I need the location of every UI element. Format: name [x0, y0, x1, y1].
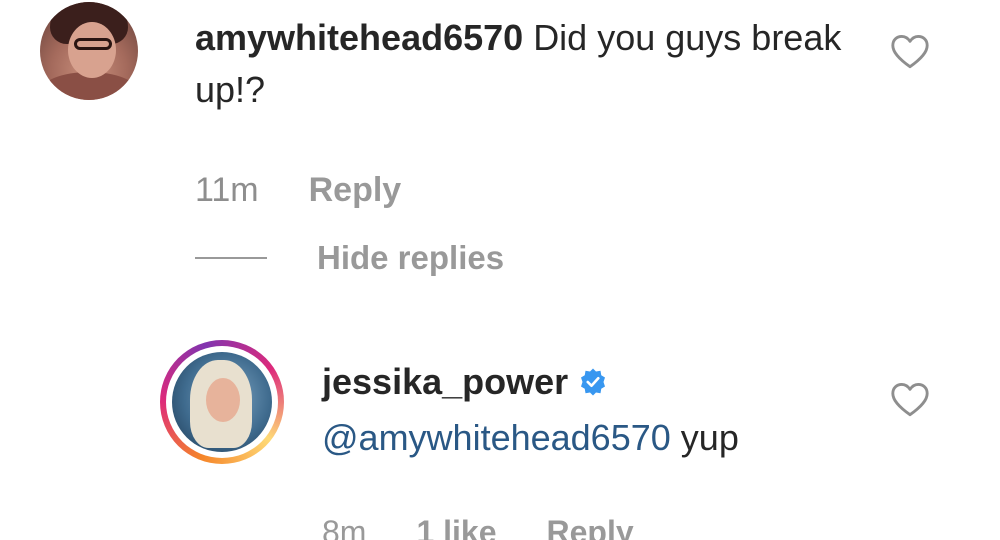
comment-thread: amywhitehead6570 Did you guys break up!?…: [0, 0, 1000, 540]
reply-mention-link[interactable]: @amywhitehead6570: [322, 417, 671, 458]
reply-like-count[interactable]: 1 like: [416, 514, 496, 540]
heart-outline-icon[interactable]: [890, 382, 930, 418]
comment-username[interactable]: amywhitehead6570: [195, 17, 523, 58]
heart-outline-icon[interactable]: [890, 34, 930, 70]
replier-avatar: [172, 352, 272, 452]
comment-reply-button[interactable]: Reply: [309, 171, 402, 210]
comment-text: amywhitehead6570 Did you guys break up!?: [195, 12, 855, 116]
story-ring-avatar[interactable]: [160, 340, 284, 464]
reply-meta: 8m 1 like Reply: [322, 510, 634, 540]
comment-meta: 11m Reply: [195, 168, 401, 212]
hide-replies-label[interactable]: Hide replies: [317, 239, 504, 277]
reply-timestamp: 8m: [322, 513, 367, 540]
reply-text: jessika_power @amywhitehead6570 yup: [322, 354, 862, 466]
reply-reply-button[interactable]: Reply: [547, 514, 634, 540]
hide-replies-toggle[interactable]: Hide replies: [195, 236, 504, 280]
reply-username[interactable]: jessika_power: [322, 354, 608, 410]
commenter-avatar[interactable]: [40, 2, 138, 100]
verified-badge-icon: [581, 368, 606, 396]
comment-timestamp: 11m: [195, 170, 259, 209]
hide-replies-divider: [195, 257, 267, 259]
reply-body: yup: [680, 417, 739, 458]
